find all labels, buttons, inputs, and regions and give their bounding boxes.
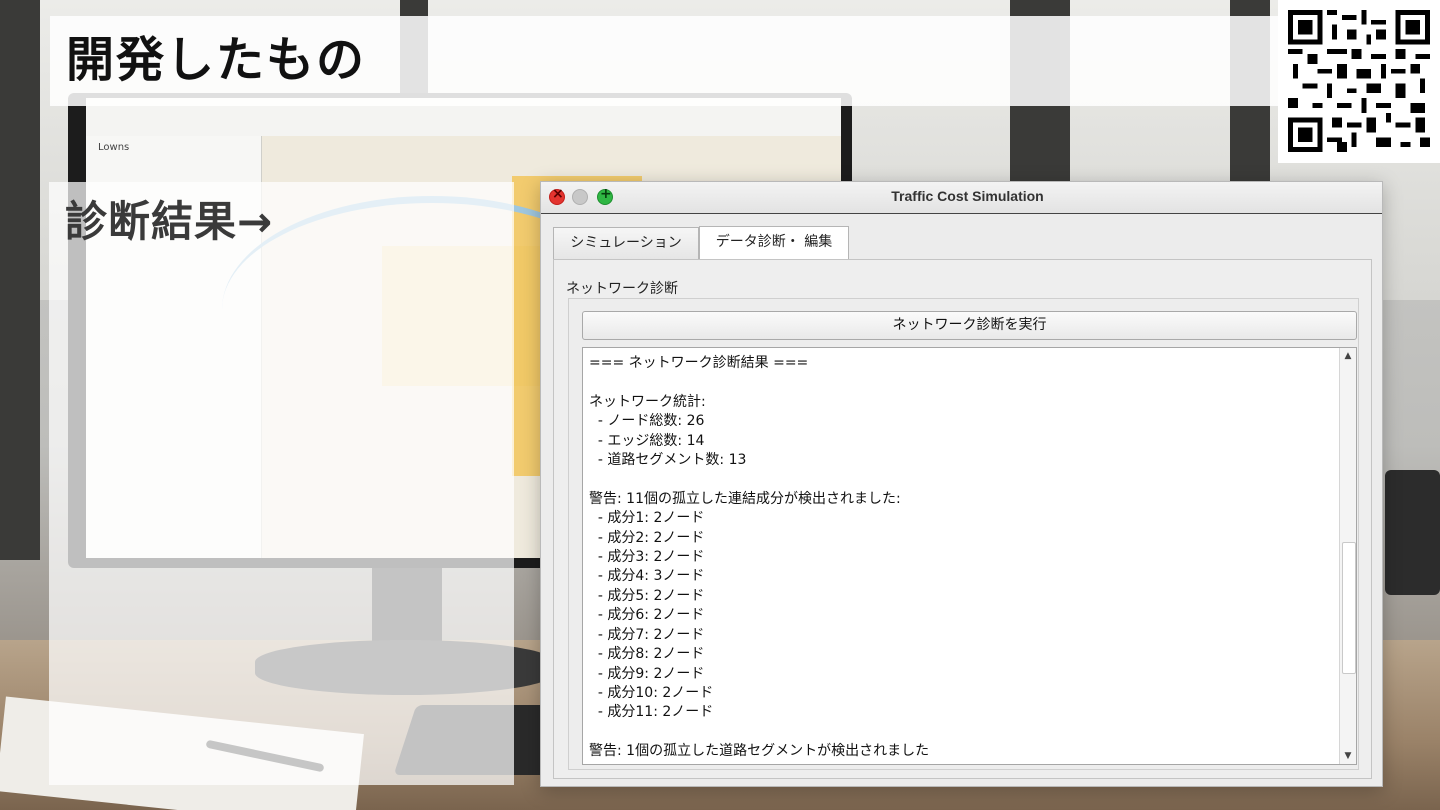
output-line: - 成分6: 2ノード bbox=[589, 607, 705, 624]
diagnosis-result-label: 診断結果→ bbox=[65, 197, 274, 246]
output-line: - ノード総数: 26 bbox=[589, 413, 705, 430]
slide-title: 開発したもの bbox=[66, 32, 367, 88]
window-titlebar: Traffic Cost Simulation bbox=[541, 182, 1382, 214]
output-line: - 成分8: 2ノード bbox=[589, 646, 705, 663]
output-line: - 成分11: 2ノード bbox=[589, 704, 714, 721]
output-scrollbar[interactable]: ▲ ▼ bbox=[1339, 348, 1356, 764]
diagnosis-output-textarea[interactable]: === ネットワーク診断結果 === ネットワーク統計: - ノード総数: 26… bbox=[582, 347, 1357, 765]
output-line: - 成分1: 2ノード bbox=[589, 510, 705, 527]
output-line: - 道路セグメント数: 13 bbox=[589, 452, 747, 469]
output-line: - 成分2: 2ノード bbox=[589, 529, 705, 546]
diagnosis-output-text: === ネットワーク診断結果 === ネットワーク統計: - ノード総数: 26… bbox=[589, 354, 1336, 762]
output-line: - 成分3: 2ノード bbox=[589, 549, 705, 566]
scroll-thumb[interactable] bbox=[1342, 541, 1356, 674]
output-line: 警告: 11個の孤立した連結成分が検出されました: bbox=[589, 490, 901, 507]
slide-title-bar: 開発したもの bbox=[50, 16, 1278, 106]
output-line: 警告: 1個の孤立した道路セグメントが検出されました bbox=[589, 743, 930, 760]
qr-code-icon bbox=[1278, 0, 1440, 163]
output-line: - 成分9: 2ノード bbox=[589, 665, 705, 682]
scroll-down-arrow-icon[interactable]: ▼ bbox=[1340, 748, 1356, 764]
output-line: === ネットワーク診断結果 === bbox=[589, 355, 809, 371]
output-line: - 成分10: 2ノード bbox=[589, 684, 714, 701]
output-line: - エッジ総数: 14 bbox=[589, 432, 705, 449]
qr-code-graphic bbox=[1288, 10, 1430, 152]
network-diagnosis-group-label: ネットワーク診断 bbox=[566, 281, 678, 297]
window-frame bbox=[0, 0, 40, 560]
network-diagnosis-group: ネットワーク診断を実行 === ネットワーク診断結果 === ネットワーク統計:… bbox=[568, 298, 1359, 770]
tab-data-diagnosis-edit[interactable]: データ診断・ 編集 bbox=[699, 226, 849, 260]
output-line: ネットワーク統計: bbox=[589, 393, 706, 410]
output-line: - 成分7: 2ノード bbox=[589, 626, 705, 643]
pen-holder bbox=[1385, 470, 1440, 595]
tab-content-pane: ネットワーク診断 ネットワーク診断を実行 === ネットワーク診断結果 === … bbox=[553, 259, 1372, 779]
scroll-up-arrow-icon[interactable]: ▲ bbox=[1340, 348, 1356, 364]
gis-panel-title: Lowns bbox=[98, 142, 130, 153]
output-line: - 成分5: 2ノード bbox=[589, 587, 705, 604]
output-line: - 成分4: 3ノード bbox=[589, 568, 705, 585]
window-title: Traffic Cost Simulation bbox=[891, 188, 1044, 204]
app-window: Traffic Cost Simulation シミュレーション データ診断・ … bbox=[540, 181, 1383, 787]
run-network-diagnosis-button[interactable]: ネットワーク診断を実行 bbox=[582, 311, 1357, 340]
left-annotation-panel: 診断結果→ bbox=[49, 182, 514, 785]
tab-simulation[interactable]: シミュレーション bbox=[553, 227, 699, 259]
